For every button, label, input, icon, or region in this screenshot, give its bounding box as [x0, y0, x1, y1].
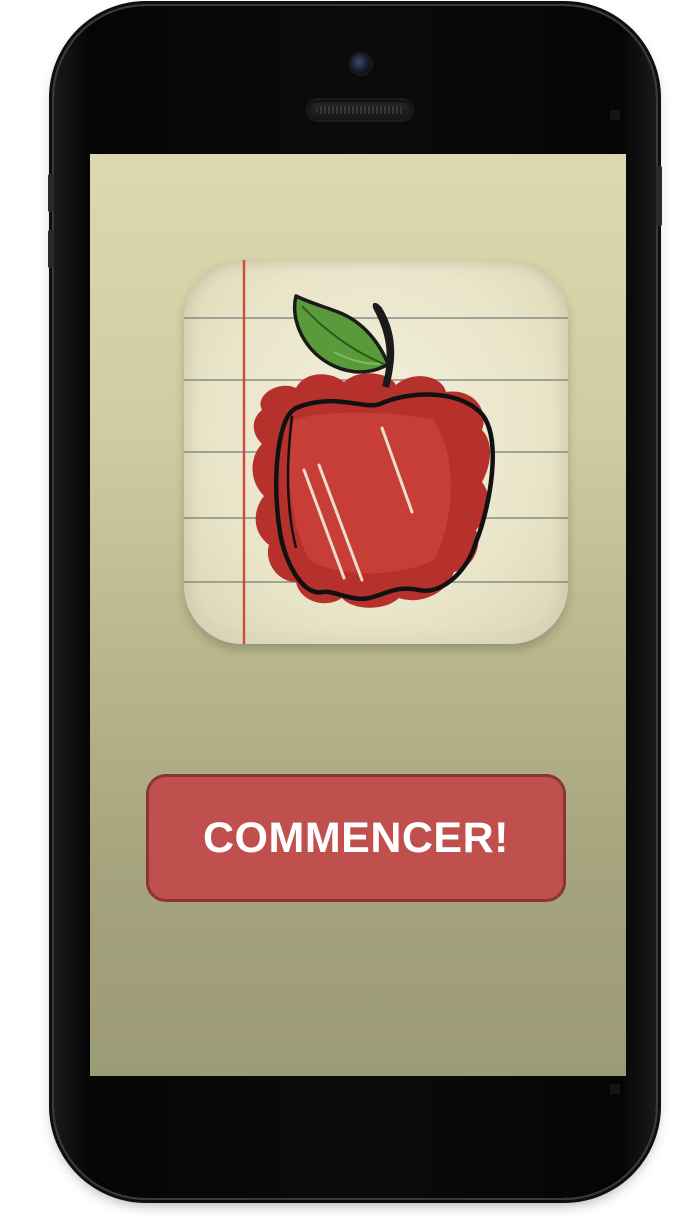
- volume-down-button: [48, 230, 54, 268]
- proximity-sensor: [610, 110, 620, 120]
- start-button[interactable]: COMMENCER!: [146, 774, 566, 902]
- apple-notebook-artwork: [184, 260, 568, 644]
- phone-frame: COMMENCER!: [48, 6, 662, 1198]
- bottom-sensor: [610, 1084, 620, 1094]
- volume-up-button: [48, 174, 54, 212]
- power-button: [656, 166, 662, 226]
- app-screen: COMMENCER!: [90, 154, 626, 1076]
- earpiece-speaker: [308, 100, 412, 120]
- front-camera: [351, 54, 371, 74]
- start-button-label: COMMENCER!: [203, 813, 509, 862]
- apple-notebook-icon: [184, 260, 568, 644]
